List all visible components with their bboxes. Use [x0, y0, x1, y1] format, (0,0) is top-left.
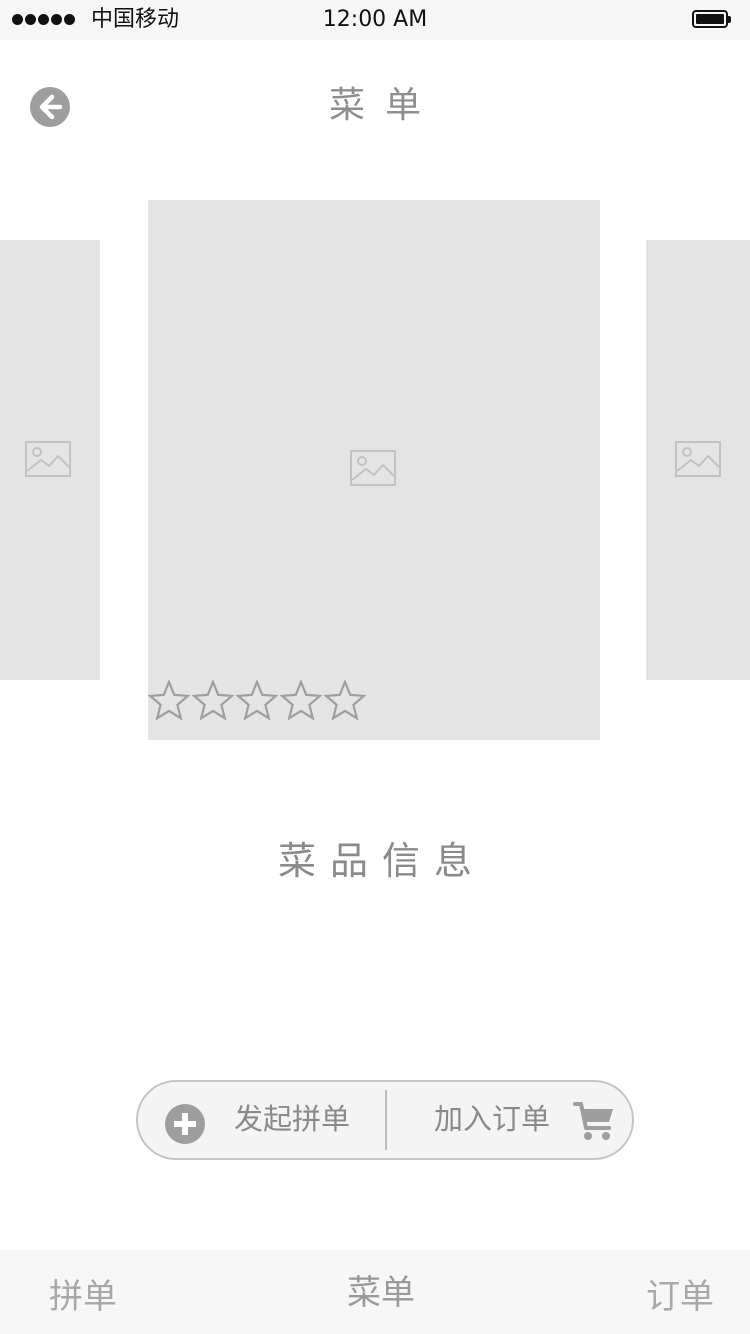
tab-bar: 拼单 菜单 订单 [0, 1250, 750, 1334]
start-group-order-button[interactable]: 发起拼单 [138, 1082, 385, 1158]
tab-menu[interactable]: 菜单 [347, 1271, 415, 1315]
add-to-order-label: 加入订单 [434, 1102, 551, 1136]
image-placeholder-icon [675, 441, 721, 477]
add-to-order-button[interactable]: 加入订单 [387, 1082, 632, 1158]
shopping-cart-icon [573, 1102, 613, 1140]
star-icon[interactable] [324, 680, 366, 722]
carousel-slide-current[interactable] [148, 200, 600, 740]
tab-group-order[interactable]: 拼单 [49, 1275, 117, 1319]
star-icon[interactable] [192, 680, 234, 722]
star-icon[interactable] [236, 680, 278, 722]
star-icon[interactable] [280, 680, 322, 722]
star-rating[interactable] [148, 680, 366, 722]
star-icon[interactable] [148, 680, 190, 722]
status-bar: 中国移动 12:00 AM [0, 0, 750, 40]
page-title: 菜单 [328, 85, 441, 126]
tab-orders[interactable]: 订单 [646, 1275, 714, 1319]
plus-circle-icon [165, 1104, 205, 1144]
start-group-order-label: 发起拼单 [234, 1102, 351, 1136]
carousel-slide-next[interactable] [646, 240, 750, 680]
image-placeholder-icon [350, 450, 396, 486]
status-time: 12:00 AM [322, 7, 428, 32]
image-placeholder-icon [25, 441, 71, 477]
action-pill: 发起拼单 加入订单 [136, 1080, 634, 1160]
battery-icon [692, 10, 731, 28]
dish-info-text: 菜品信息 [277, 839, 486, 883]
carousel-slide-previous[interactable] [0, 240, 100, 680]
